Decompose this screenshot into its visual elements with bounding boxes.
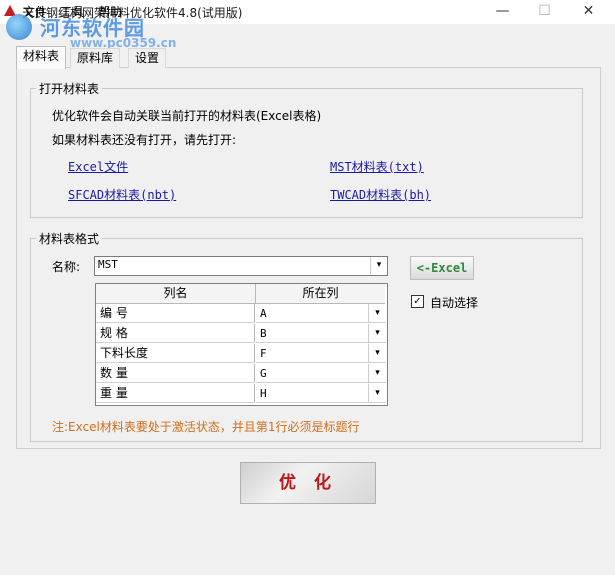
tab-settings[interactable]: 设置	[128, 48, 167, 68]
open-excel-link[interactable]: Excel文件	[68, 158, 128, 175]
row-name: 下料长度	[96, 344, 255, 363]
name-label: 名称:	[52, 260, 81, 274]
close-button[interactable]: ✕	[566, 0, 611, 24]
chevron-down-icon[interactable]: ▾	[368, 364, 386, 383]
watermark-logo-icon	[6, 14, 32, 40]
optimize-button[interactable]: 优 化	[240, 462, 376, 504]
tab-stock-library[interactable]: 原料库	[70, 48, 121, 68]
auto-select-label: 自动选择	[430, 296, 479, 310]
row-column-select[interactable]: F	[256, 344, 368, 363]
auto-link-text: 优化软件会自动关联当前打开的材料表(Excel表格)	[52, 109, 322, 123]
row-name: 数 量	[96, 364, 255, 383]
row-column-select[interactable]: A	[256, 304, 368, 323]
auto-select-checkbox[interactable]: ✓	[411, 295, 424, 308]
tab-materials[interactable]: 材料表	[16, 46, 67, 69]
chevron-down-icon[interactable]: ▾	[368, 344, 386, 363]
chevron-down-icon[interactable]: ▾	[368, 384, 386, 403]
chevron-down-icon[interactable]: ▾	[368, 324, 386, 343]
column-header-column: 所在列	[256, 284, 385, 304]
maximize-button[interactable]: ☐	[522, 0, 567, 24]
column-header-name: 列名	[96, 284, 256, 304]
row-column-select[interactable]: B	[256, 324, 368, 343]
row-column-select[interactable]: G	[256, 364, 368, 383]
not-open-text: 如果材料表还没有打开，请先打开:	[52, 133, 237, 147]
chevron-down-icon[interactable]: ▾	[370, 257, 387, 274]
row-name: 规 格	[96, 324, 255, 343]
row-name: 编 号	[96, 304, 255, 323]
minimize-button[interactable]: —	[480, 0, 525, 24]
open-sfcad-link[interactable]: SFCAD材料表(nbt)	[68, 186, 176, 203]
row-column-select[interactable]: H	[256, 384, 368, 403]
open-twcad-link[interactable]: TWCAD材料表(bh)	[330, 186, 431, 203]
open-mst-link[interactable]: MST材料表(txt)	[330, 158, 424, 175]
name-select[interactable]	[94, 256, 388, 276]
name-select-value: MST	[98, 258, 118, 271]
row-name: 重 量	[96, 384, 255, 403]
table-format-group-title: 材料表格式	[36, 230, 103, 247]
chevron-down-icon[interactable]: ▾	[368, 304, 386, 323]
import-from-excel-button[interactable]: <-Excel	[410, 256, 474, 280]
open-table-group-title: 打开材料表	[36, 80, 103, 97]
format-note: 注:Excel材料表要处于激活状态，并且第1行必须是标题行	[52, 420, 360, 434]
